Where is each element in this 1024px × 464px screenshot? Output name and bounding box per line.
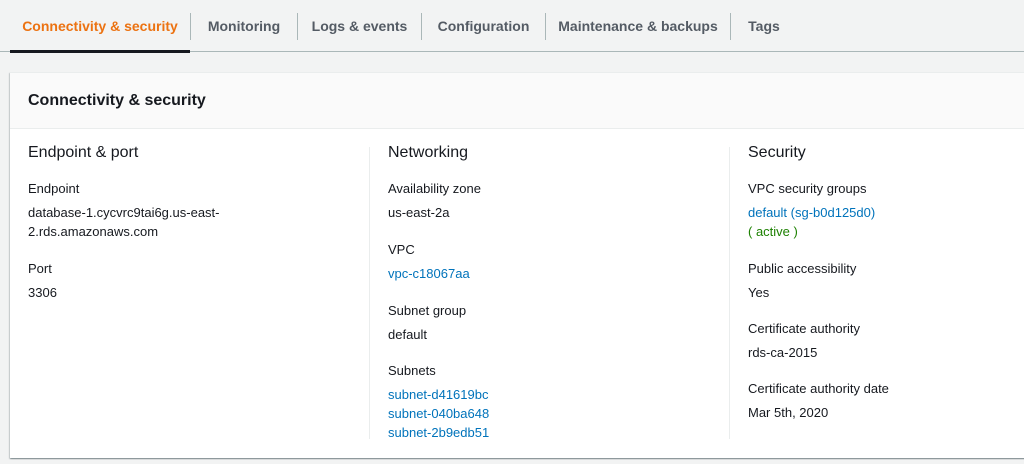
subnet-link[interactable]: subnet-2b9edb51	[388, 423, 489, 442]
security-group-link[interactable]: default (sg-b0d125d0)	[748, 203, 875, 222]
subnet-group-value: default	[388, 327, 428, 342]
availability-zone-label: Availability zone	[388, 181, 481, 196]
tab-tags[interactable]: Tags	[731, 0, 797, 52]
vpc-link[interactable]: vpc-c18067aa	[388, 264, 470, 283]
tab-configuration[interactable]: Configuration	[422, 0, 545, 52]
subnets-label: Subnets	[388, 363, 436, 378]
port-label: Port	[28, 261, 52, 276]
certificate-authority-value: rds-ca-2015	[748, 345, 818, 360]
tab-monitoring[interactable]: Monitoring	[191, 0, 297, 52]
security-heading: Security	[748, 144, 806, 161]
public-accessibility-value: Yes	[748, 285, 770, 300]
tab-bar: Connectivity & security Monitoring Logs …	[0, 0, 1024, 53]
security-group-status: ( active )	[748, 224, 798, 239]
endpoint-port-heading: Endpoint & port	[28, 144, 139, 161]
certificate-authority-label: Certificate authority	[748, 321, 860, 336]
subnet-group-label: Subnet group	[388, 303, 467, 318]
endpoint-value[interactable]: database-1.cycvrc9tai6g.us-east- 2.rds.a…	[28, 203, 219, 241]
tab-connectivity-security[interactable]: Connectivity & security	[10, 0, 190, 53]
panel-title: Connectivity & security	[28, 92, 206, 109]
public-accessibility-label: Public accessibility	[748, 261, 857, 276]
panel-header: Connectivity & security	[10, 73, 1024, 129]
column-divider	[369, 147, 370, 439]
certificate-authority-date-value: Mar 5th, 2020	[748, 405, 829, 420]
subnet-link[interactable]: subnet-040ba648	[388, 404, 489, 423]
networking-heading: Networking	[388, 144, 469, 161]
connectivity-security-panel: Connectivity & security Endpoint & port …	[10, 72, 1024, 458]
subnet-link[interactable]: subnet-d41619bc	[388, 385, 488, 404]
endpoint-line-2: 2.rds.amazonaws.com	[28, 224, 159, 239]
port-value: 3306	[28, 285, 57, 300]
column-divider	[729, 147, 730, 439]
endpoint-label: Endpoint	[28, 181, 80, 196]
certificate-authority-date-label: Certificate authority date	[748, 381, 889, 396]
vpc-security-groups-label: VPC security groups	[748, 181, 867, 196]
vpc-label: VPC	[388, 242, 415, 257]
tab-logs-events[interactable]: Logs & events	[298, 0, 421, 52]
endpoint-line-1: database-1.cycvrc9tai6g.us-east-	[28, 205, 220, 220]
availability-zone-value: us-east-2a	[388, 205, 450, 220]
tab-maintenance-backups[interactable]: Maintenance & backups	[546, 0, 730, 52]
